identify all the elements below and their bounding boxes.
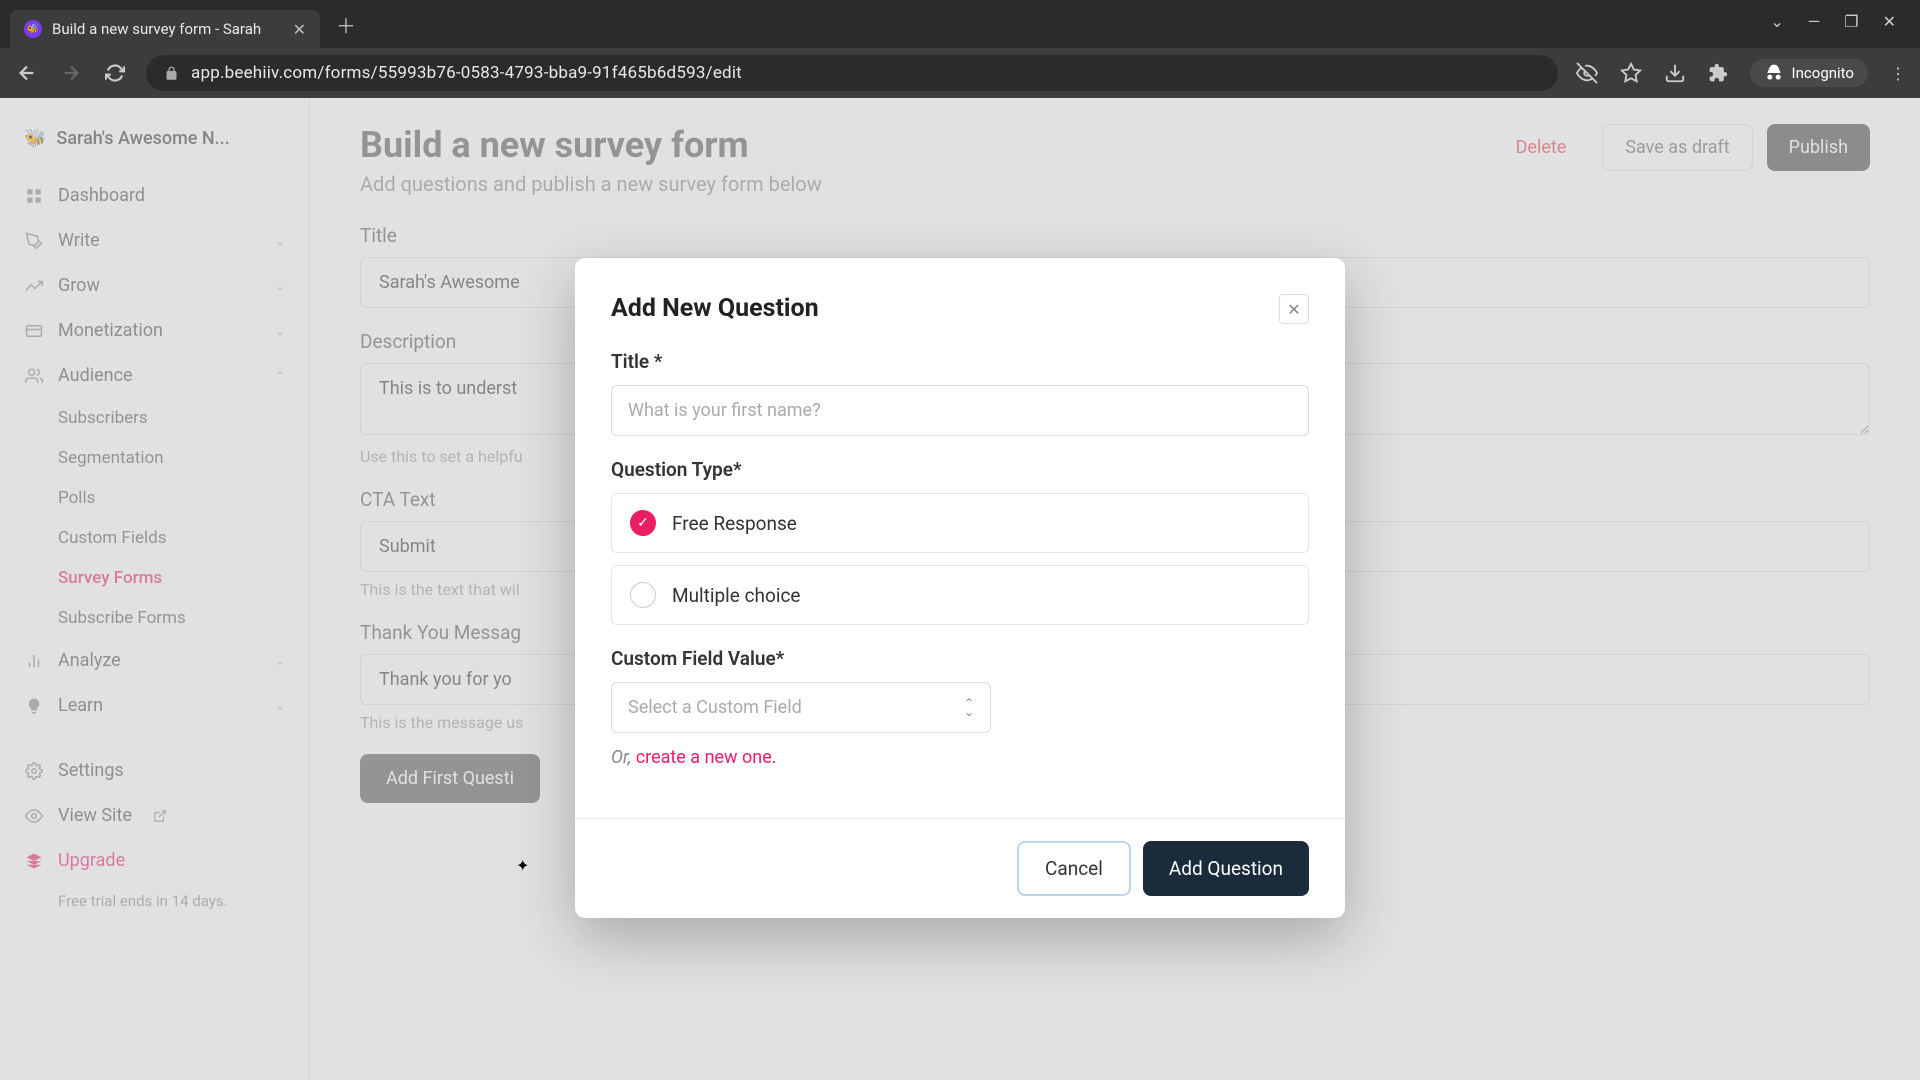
radio-label: Multiple choice xyxy=(672,584,800,607)
select-placeholder: Select a Custom Field xyxy=(628,697,802,718)
minimize-icon[interactable]: ― xyxy=(1808,12,1821,31)
create-custom-field-link[interactable]: create a new one. xyxy=(636,747,777,768)
reload-button[interactable] xyxy=(102,63,128,83)
new-tab-button[interactable]: ＋ xyxy=(336,10,356,39)
close-window-icon[interactable]: ✕ xyxy=(1883,12,1896,31)
incognito-label: Incognito xyxy=(1792,64,1854,82)
forward-button[interactable] xyxy=(58,62,84,84)
back-button[interactable] xyxy=(14,62,40,84)
question-type-label: Question Type* xyxy=(611,458,1309,481)
browser-tab[interactable]: 🐝 Build a new survey form - Sarah ✕ xyxy=(10,10,320,48)
add-question-modal: Add New Question ✕ Title * Question Type… xyxy=(575,258,1345,918)
maximize-icon[interactable]: ❐ xyxy=(1844,12,1858,31)
tab-favicon-icon: 🐝 xyxy=(24,20,42,38)
download-icon[interactable] xyxy=(1664,62,1686,84)
modal-overlay[interactable]: Add New Question ✕ Title * Question Type… xyxy=(0,98,1920,1080)
url-bar: app.beehiiv.com/forms/55993b76-0583-4793… xyxy=(0,48,1920,98)
or-create-text: Or, create a new one. xyxy=(611,747,1309,768)
browser-menu-icon[interactable]: ⋮ xyxy=(1890,64,1906,83)
eye-off-icon[interactable] xyxy=(1576,62,1598,84)
tab-close-icon[interactable]: ✕ xyxy=(293,20,306,39)
incognito-badge[interactable]: Incognito xyxy=(1750,59,1868,87)
tab-title: Build a new survey form - Sarah xyxy=(52,20,283,38)
radio-unchecked-icon xyxy=(630,582,656,608)
window-controls: ⌄ ― ❐ ✕ xyxy=(1746,0,1920,43)
custom-field-label: Custom Field Value* xyxy=(611,647,1309,670)
option-free-response[interactable]: ✓ Free Response xyxy=(611,493,1309,553)
radio-checked-icon: ✓ xyxy=(630,510,656,536)
cancel-button[interactable]: Cancel xyxy=(1017,841,1131,896)
tabs-dropdown-icon[interactable]: ⌄ xyxy=(1770,12,1783,31)
question-title-input[interactable] xyxy=(611,385,1309,436)
radio-label: Free Response xyxy=(672,512,797,535)
url-input[interactable]: app.beehiiv.com/forms/55993b76-0583-4793… xyxy=(146,55,1558,91)
url-text: app.beehiiv.com/forms/55993b76-0583-4793… xyxy=(191,63,742,83)
question-title-label: Title * xyxy=(611,350,1309,373)
tab-bar: 🐝 Build a new survey form - Sarah ✕ ＋ ⌄ … xyxy=(0,0,1920,48)
incognito-icon xyxy=(1764,63,1784,83)
modal-title: Add New Question xyxy=(611,294,819,323)
close-icon: ✕ xyxy=(1287,300,1300,319)
bookmark-icon[interactable] xyxy=(1620,62,1642,84)
extensions-icon[interactable] xyxy=(1708,63,1728,83)
select-chevrons-icon: ⌃⌄ xyxy=(964,699,974,716)
modal-close-button[interactable]: ✕ xyxy=(1279,294,1309,324)
custom-field-select[interactable]: Select a Custom Field ⌃⌄ xyxy=(611,682,991,733)
add-question-button[interactable]: Add Question xyxy=(1143,841,1309,896)
option-multiple-choice[interactable]: Multiple choice xyxy=(611,565,1309,625)
lock-icon xyxy=(164,66,179,81)
